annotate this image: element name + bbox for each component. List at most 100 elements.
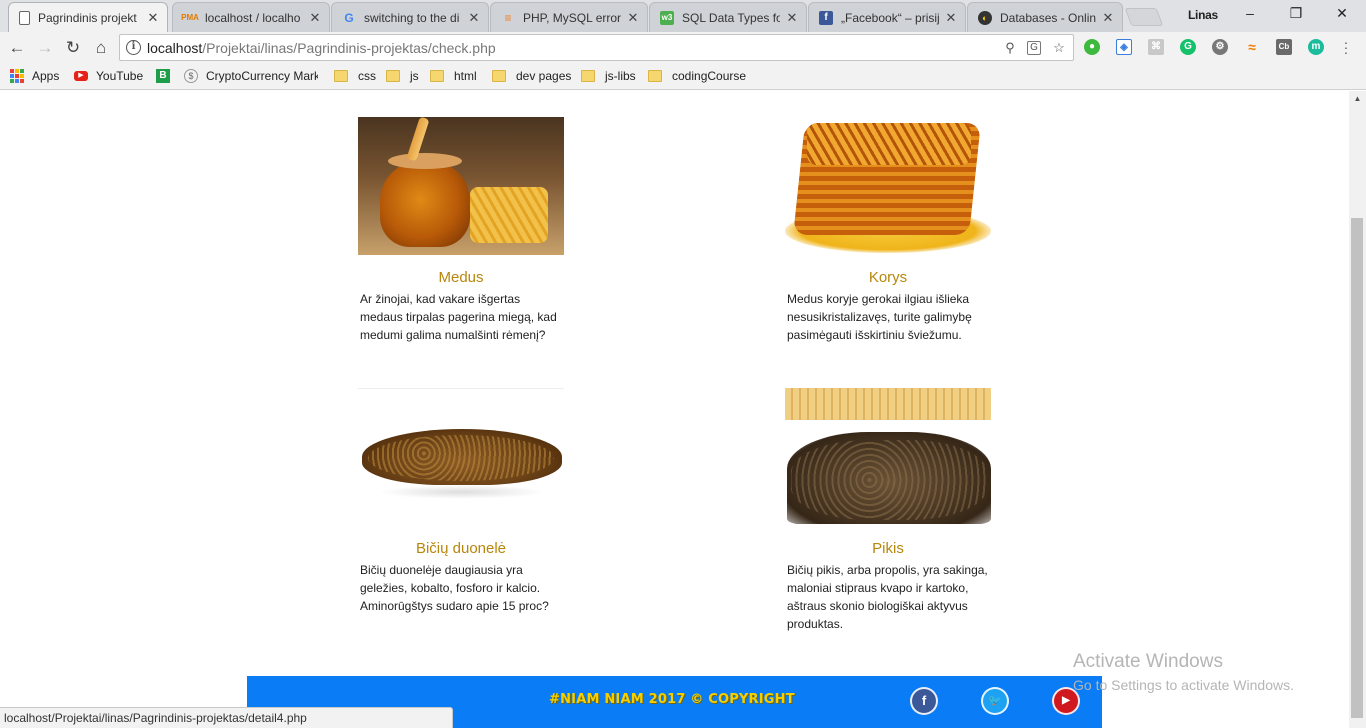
product-card-korys[interactable]: Korys Medus koryje gerokai ilgiau išliek… [785, 117, 991, 344]
pdf-extension-icon[interactable]: ⌘ [1148, 39, 1164, 55]
product-title[interactable]: Pikis [785, 540, 991, 557]
bookmark-apps[interactable]: Apps [10, 69, 59, 83]
close-tab-icon[interactable]: ✕ [1102, 10, 1114, 26]
activate-windows-watermark: Activate Windows Go to Settings to activ… [1073, 651, 1294, 693]
product-title[interactable]: Korys [785, 269, 991, 286]
bookmark-folder-js-libs[interactable]: js-libs [581, 69, 636, 83]
profile-name[interactable]: Linas [1188, 8, 1218, 22]
close-tab-icon[interactable]: ✕ [147, 10, 159, 26]
zoom-search-icon[interactable]: ⚲ [1002, 40, 1018, 56]
back-button[interactable]: ← [6, 37, 28, 59]
youtube-icon: ▶ [74, 71, 88, 81]
status-bar-url: localhost/Projektai/linas/Pagrindinis-pr… [0, 707, 453, 728]
page-scrollbar[interactable]: ▲ [1349, 91, 1366, 728]
info-icon[interactable]: i [126, 40, 141, 55]
scroll-up-icon[interactable]: ▲ [1349, 94, 1366, 103]
tab-title: PHP, MySQL error: [523, 10, 621, 25]
product-description: Bičių duonelėje daugiausia yra geležies,… [360, 563, 549, 613]
minimize-button[interactable]: – [1227, 5, 1273, 21]
propolis-image[interactable] [785, 388, 991, 526]
product-description: Medus koryje gerokai ilgiau išlieka nesu… [787, 292, 972, 342]
bookmark-folder-dev-pages[interactable]: dev pages [492, 69, 571, 83]
folder-icon [386, 70, 400, 82]
bee-bread-image[interactable] [358, 388, 564, 526]
bookmark-star-icon[interactable]: ☆ [1051, 40, 1067, 56]
tab-pagrindinis[interactable]: Pagrindinis projekt ✕ [8, 2, 168, 32]
close-window-button[interactable]: ✕ [1319, 5, 1365, 22]
tab-phpmyadmin[interactable]: PMA localhost / localho ✕ [172, 2, 330, 32]
bookmark-folder-css[interactable]: css [334, 69, 376, 83]
new-tab-button[interactable] [1124, 8, 1164, 26]
honeycomb-image[interactable] [785, 117, 991, 255]
product-card-biciu-duonele[interactable]: Bičių duonelė Bičių duonelėje daugiausia… [358, 388, 564, 615]
browser-toolbar: ← → ↻ ⌂ i localhost/Projektai/linas/Pagr… [0, 32, 1366, 64]
m-extension-icon[interactable]: m [1308, 39, 1324, 55]
databases-icon: ◐ [978, 10, 992, 25]
bookmark-folder-html[interactable]: html [430, 69, 477, 83]
bookmark-crypto[interactable]: $ CryptoCurrency Mark [184, 69, 318, 83]
product-description: Bičių pikis, arba propolis, yra sakinga,… [787, 563, 988, 631]
tab-title: SQL Data Types fo [682, 10, 780, 25]
address-bar[interactable]: i localhost/Projektai/linas/Pagrindinis-… [119, 34, 1074, 61]
folder-icon [648, 70, 662, 82]
bookmarks-bar: Apps ▶ YouTube B $ CryptoCurrency Mark c… [0, 64, 1366, 90]
bookmark-b[interactable]: B [156, 69, 178, 83]
translate-icon[interactable]: G [1027, 41, 1041, 55]
product-title[interactable]: Medus [358, 269, 564, 286]
activate-subtitle: Go to Settings to activate Windows. [1073, 677, 1294, 693]
tab-title: Pagrindinis projekt [38, 10, 137, 25]
close-tab-icon[interactable]: ✕ [627, 10, 639, 26]
extension-green-icon[interactable]: ● [1084, 39, 1100, 55]
tab-title: Databases - Onlin [1000, 10, 1096, 25]
bookmark-label: Apps [32, 69, 60, 83]
home-button[interactable]: ⌂ [90, 37, 112, 59]
honey-jar-image[interactable] [358, 117, 564, 255]
bookmark-label: js-libs [605, 69, 636, 83]
product-title[interactable]: Bičių duonelė [358, 540, 564, 557]
bookmark-label: codingCourse [672, 69, 747, 83]
phpmyadmin-icon: PMA [181, 13, 199, 22]
scrollbar-thumb[interactable] [1351, 218, 1363, 718]
url-path: /Projektai/linas/Pagrindinis-projektas/c… [202, 40, 496, 56]
tab-databases[interactable]: ◐ Databases - Onlin ✕ [967, 2, 1123, 32]
settings-extension-icon[interactable]: ⚙ [1212, 39, 1228, 55]
orange-extension-icon[interactable]: ≈ [1244, 39, 1260, 55]
bookmark-folder-codingcourse[interactable]: codingCourse [648, 69, 746, 83]
close-tab-icon[interactable]: ✕ [468, 10, 480, 26]
address-url[interactable]: localhost/Projektai/linas/Pagrindinis-pr… [147, 40, 496, 56]
tab-w3schools[interactable]: w3 SQL Data Types fo ✕ [649, 2, 807, 32]
b-icon: B [156, 69, 170, 83]
reload-button[interactable]: ↻ [62, 37, 84, 59]
stackoverflow-icon: ≡ [504, 10, 512, 25]
google-icon: G [344, 10, 354, 25]
tab-google[interactable]: G switching to the di ✕ [331, 2, 489, 32]
footer-copyright: #NIAM NIAM 2017 © COPYRIGHT [549, 692, 795, 707]
folder-icon [430, 70, 444, 82]
facebook-icon[interactable]: f [912, 689, 936, 713]
tab-strip: Pagrindinis projekt ✕ PMA localhost / lo… [0, 0, 1366, 32]
bookmark-label: js [410, 69, 419, 83]
browser-menu-icon[interactable]: · · · [1343, 35, 1349, 59]
grammarly-icon[interactable]: G [1180, 39, 1196, 55]
apps-icon [10, 69, 24, 83]
close-tab-icon[interactable]: ✕ [786, 10, 798, 26]
forward-button[interactable]: → [34, 37, 56, 59]
activate-title: Activate Windows [1073, 651, 1223, 672]
tab-title: localhost / localho [205, 10, 301, 25]
cb-extension-icon[interactable]: Cb [1276, 39, 1292, 55]
bookmark-youtube[interactable]: ▶ YouTube [74, 69, 143, 83]
folder-icon [492, 70, 506, 82]
close-tab-icon[interactable]: ✕ [309, 10, 321, 26]
tab-stackoverflow[interactable]: ≡ PHP, MySQL error: ✕ [490, 2, 648, 32]
twitter-icon[interactable]: 🐦 [983, 689, 1007, 713]
extension-blue-icon[interactable]: ◈ [1116, 39, 1132, 55]
bookmark-folder-js[interactable]: js [386, 69, 419, 83]
w3schools-icon: w3 [660, 10, 674, 25]
tab-facebook[interactable]: f „Facebook“ – prisij ✕ [808, 2, 966, 32]
product-card-pikis[interactable]: Pikis Bičių pikis, arba propolis, yra sa… [785, 388, 991, 633]
close-tab-icon[interactable]: ✕ [945, 10, 957, 26]
restore-button[interactable]: ❐ [1273, 5, 1319, 22]
product-description: Ar žinojai, kad vakare išgertas medaus t… [360, 292, 557, 342]
product-card-medus[interactable]: Medus Ar žinojai, kad vakare išgertas me… [358, 117, 564, 344]
url-host: localhost [147, 40, 203, 56]
